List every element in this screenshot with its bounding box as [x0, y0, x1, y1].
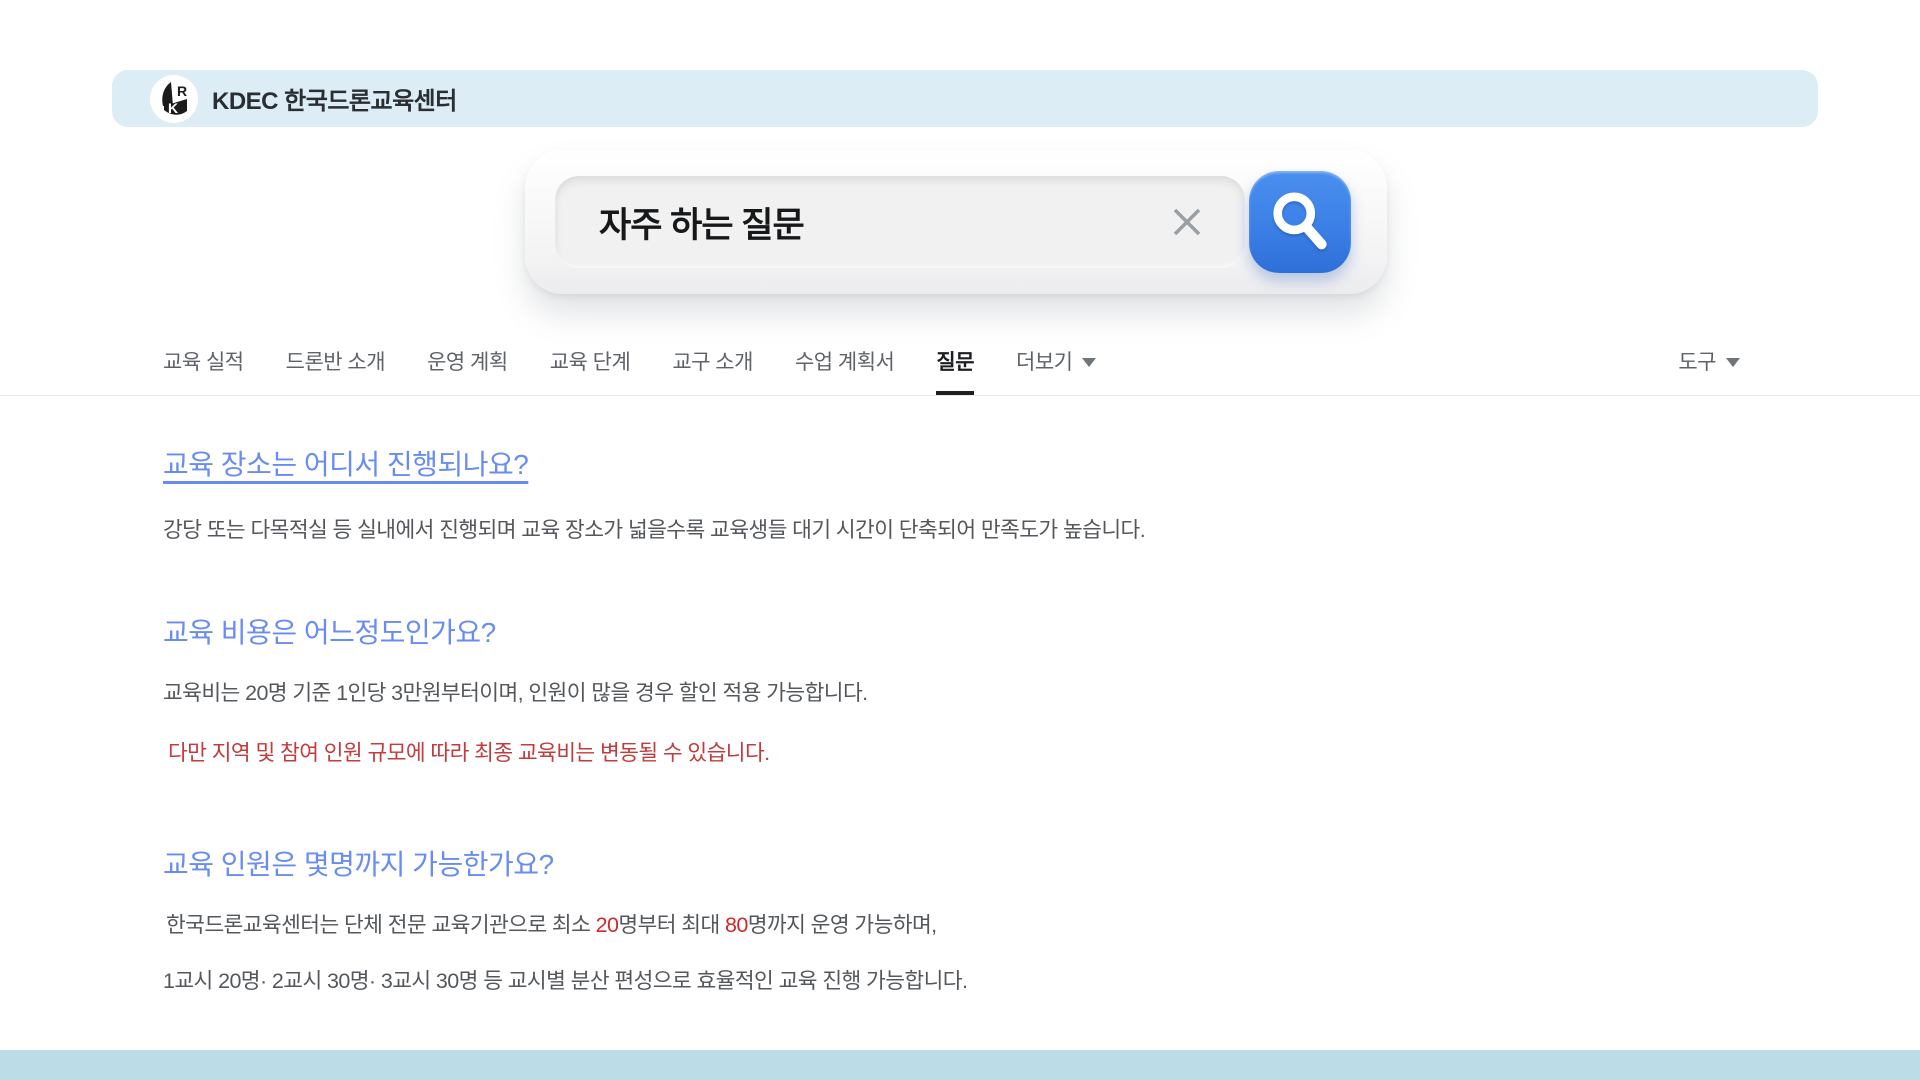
nav-tabs: 교육 실적 드론반 소개 운영 계획 교육 단계 교구 소개 수업 계획서 질문… [163, 346, 1096, 395]
search-submit-button[interactable] [1249, 171, 1351, 273]
kdec-logo: R K [150, 75, 198, 123]
desc-text: 한국드론교육센터는 단체 전문 교육기관으로 최소 [166, 913, 596, 937]
result-3-description-line1: 한국드론교육센터는 단체 전문 교육기관으로 최소 20명부터 최대 80명까지… [166, 908, 937, 939]
tab-lesson-plan[interactable]: 수업 계획서 [795, 346, 894, 391]
kdec-logo-icon: R K [150, 75, 198, 123]
tab-more[interactable]: 더보기 [1016, 346, 1096, 391]
svg-text:R: R [177, 83, 187, 99]
nav-divider [0, 395, 1920, 396]
result-2-price-note: 다만 지역 및 참여 인원 규모에 따라 최종 교육비는 변동될 수 있습니다. [168, 736, 770, 767]
tools-label: 도구 [1678, 346, 1716, 376]
tab-drone-class-intro[interactable]: 드론반 소개 [286, 346, 385, 391]
desc-text: 명까지 운영 가능하며, [748, 913, 937, 937]
svg-text:K: K [168, 100, 178, 116]
tab-education-steps[interactable]: 교육 단계 [550, 346, 631, 391]
max-count-highlight: 80 [725, 913, 748, 937]
x-close-icon [1170, 205, 1204, 239]
brand-name: KDEC 한국드론교육센터 [212, 81, 457, 116]
min-count-highlight: 20 [596, 913, 619, 937]
result-1-description: 강당 또는 다목적실 등 실내에서 진행되며 교육 장소가 넓을수록 교육생들 … [163, 513, 1145, 544]
chevron-down-icon [1082, 358, 1096, 367]
tab-teaching-tools[interactable]: 교구 소개 [672, 346, 753, 391]
desc-text: 명부터 최대 [618, 913, 725, 937]
tab-more-label: 더보기 [1016, 346, 1072, 376]
result-3-description-line2: 1교시 20명· 2교시 30명· 3교시 30명 등 교시별 분산 편성으로 … [163, 964, 967, 995]
result-2-title-link[interactable]: 교육 비용은 어느정도인가요? [163, 611, 496, 651]
result-3-title-link[interactable]: 교육 인원은 몇명까지 가능한가요? [163, 843, 554, 883]
search-icon [1264, 186, 1336, 258]
search-box: 자주 하는 질문 [525, 150, 1387, 294]
search-query-text[interactable]: 자주 하는 질문 [599, 197, 1165, 248]
brand-bar: R K KDEC 한국드론교육센터 [112, 70, 1818, 127]
footer-strip [0, 1050, 1920, 1080]
clear-search-button[interactable] [1165, 200, 1209, 244]
result-1-title-link[interactable]: 교육 장소는 어디서 진행되나요? [163, 443, 528, 483]
result-2-description: 교육비는 20명 기준 1인당 3만원부터이며, 인원이 많을 경우 할인 적용… [163, 676, 868, 707]
tab-questions-active[interactable]: 질문 [936, 346, 974, 396]
tab-operation-plan[interactable]: 운영 계획 [427, 346, 508, 391]
chevron-down-icon [1726, 358, 1740, 367]
search-input[interactable]: 자주 하는 질문 [555, 176, 1245, 268]
tools-menu[interactable]: 도구 [1678, 346, 1740, 376]
tab-education-results[interactable]: 교육 실적 [163, 346, 244, 391]
